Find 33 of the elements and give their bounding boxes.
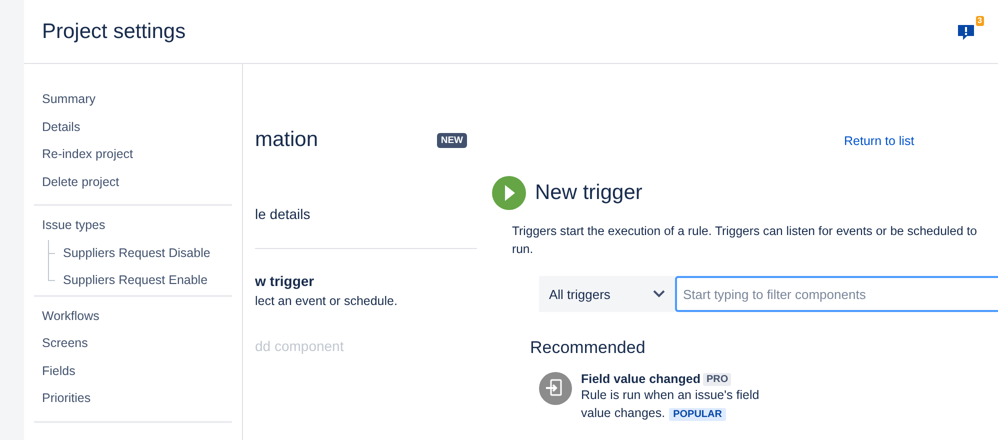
field-change-icon [539, 372, 572, 405]
sidebar-item[interactable]: Issue types [34, 212, 232, 240]
sidebar-item[interactable]: Suppliers Request Enable [49, 267, 232, 294]
return-link[interactable]: Return to list [844, 134, 914, 148]
component-description: Rule is run when an issue's field [581, 388, 760, 402]
section-title[interactable]: le details [255, 206, 477, 249]
page-title: Project settings [42, 20, 186, 44]
sidebar-item[interactable]: Fields [34, 358, 232, 385]
sidebar-item[interactable]: Re-index project [34, 141, 232, 168]
sidebar-item[interactable]: Details [34, 114, 232, 141]
component-title[interactable]: Field value changed [581, 372, 700, 386]
section-heading: Recommended [530, 338, 646, 358]
description-text: Triggers start the execution of a rule. Triggers can listen for events or be scheduled to run. [512, 223, 978, 258]
sidebar-item[interactable]: Priorities [34, 385, 232, 412]
sidebar-item[interactable]: Suppliers Request Disable [49, 240, 232, 267]
sidebar-item[interactable]: Summary [34, 86, 232, 114]
play-icon [492, 176, 526, 210]
popular-badge: POPULAR [669, 408, 726, 421]
pro-tag: PRO [703, 372, 732, 386]
rule-title: mation [255, 128, 318, 152]
feedback-icon[interactable] [958, 24, 974, 42]
chevron-down-icon [653, 290, 665, 298]
step-description: lect an event or schedule. [255, 294, 398, 308]
trigger-type-dropdown[interactable]: All triggers [539, 276, 675, 312]
sidebar-item[interactable]: Workflows [34, 302, 232, 330]
sidebar-item[interactable]: Screens [34, 330, 232, 358]
new-badge: NEW [436, 132, 467, 148]
notification-badge: 3 [976, 16, 984, 26]
filter-input[interactable]: Start typing to filter components [675, 276, 998, 312]
component-description: value changes. [581, 406, 666, 420]
panel-title: New trigger [535, 181, 642, 205]
step-title[interactable]: w trigger [255, 273, 477, 289]
sidebar-item[interactable]: Delete project [34, 168, 232, 196]
